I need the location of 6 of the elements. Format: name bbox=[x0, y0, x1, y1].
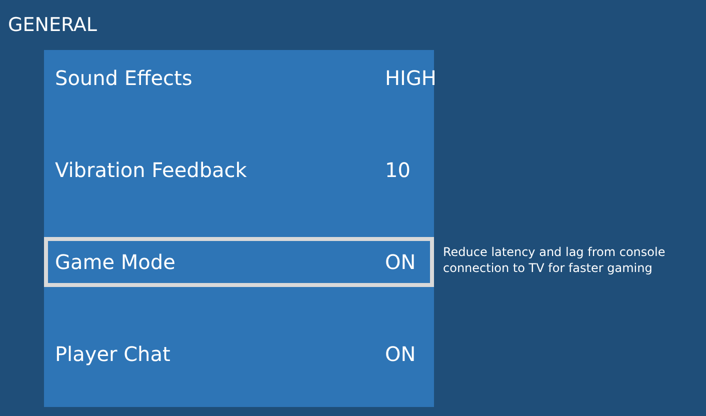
section-title: GENERAL bbox=[8, 14, 97, 36]
setting-description: Reduce latency and lag from console connection to TV for faster gaming bbox=[443, 244, 666, 276]
setting-row[interactable]: Sound Effects HIGH bbox=[44, 53, 434, 103]
setting-row[interactable]: Player Chat ON bbox=[44, 329, 434, 379]
setting-row[interactable]: Vibration Feedback 10 bbox=[44, 145, 434, 195]
setting-row[interactable]: Game Mode ON bbox=[44, 237, 434, 287]
